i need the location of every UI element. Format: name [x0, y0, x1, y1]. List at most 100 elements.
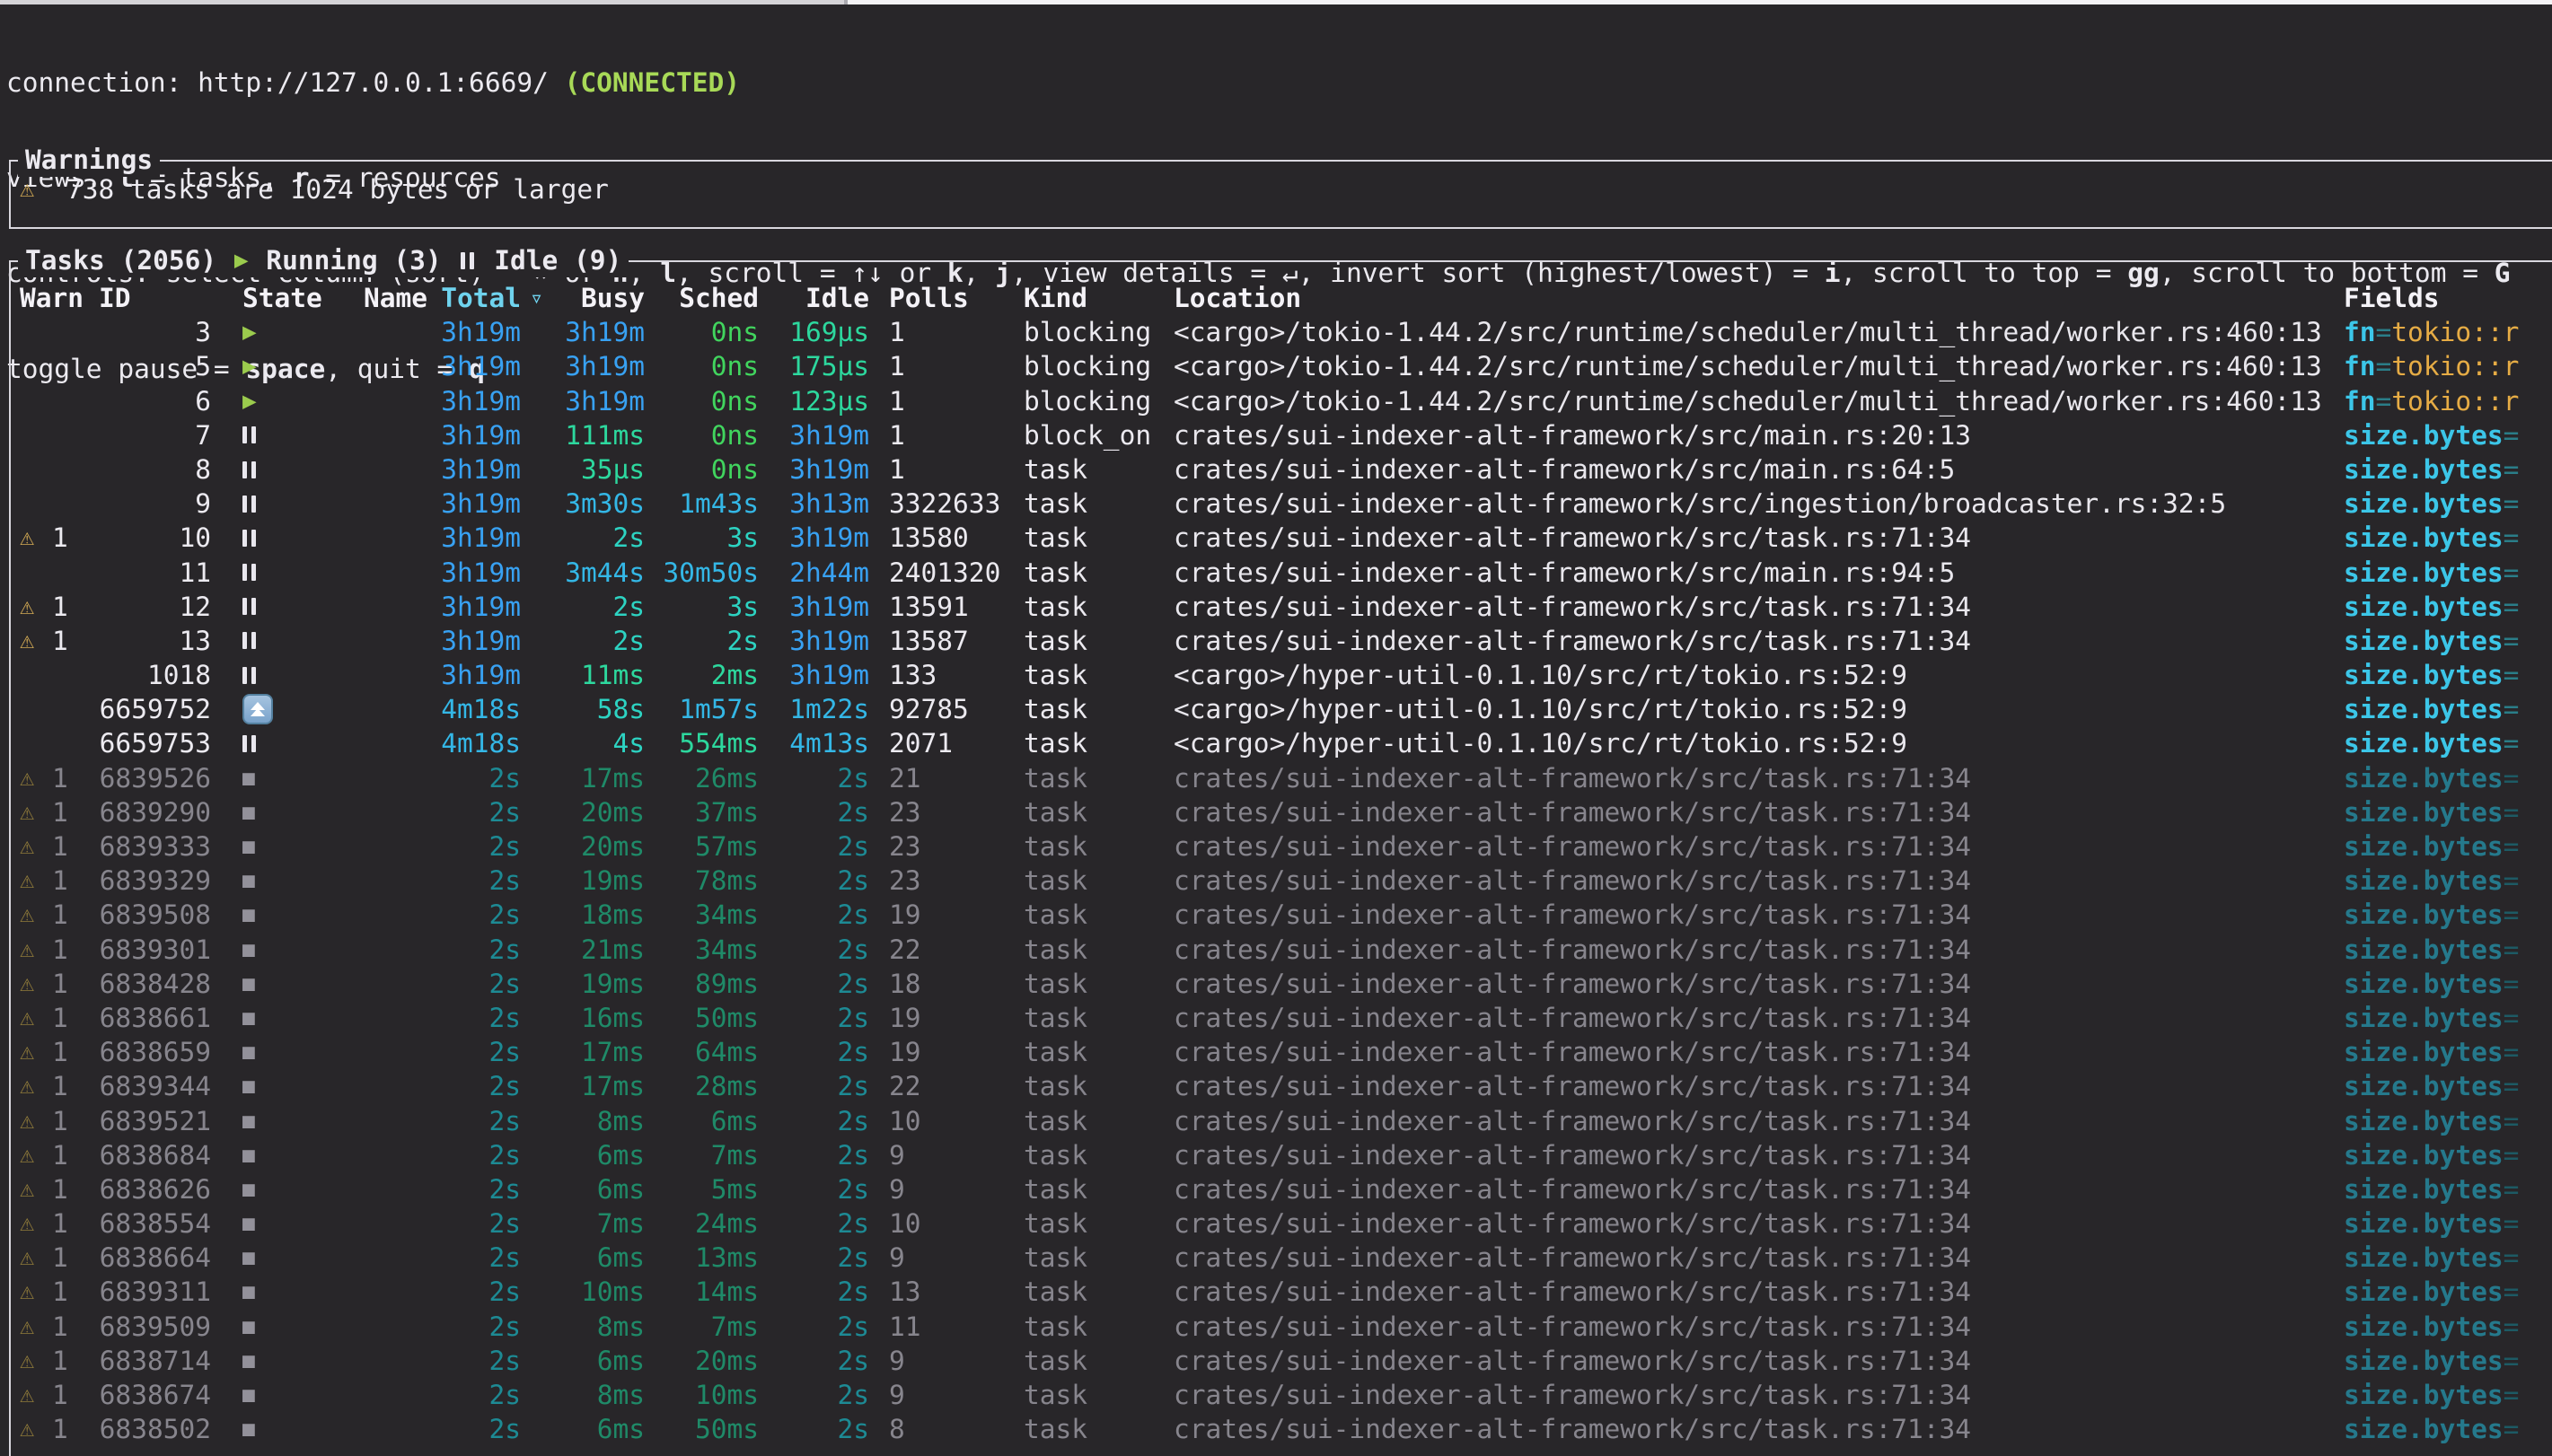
task-row[interactable]: 66597534m18s4s554ms4m13s2071task<cargo>/… [13, 726, 2552, 760]
cell-busy: 8ms [527, 1378, 651, 1412]
cell-sched: 26ms [651, 761, 765, 795]
cell-sched: 7ms [651, 1310, 765, 1344]
idle-state-icon [242, 598, 256, 615]
completed-state-icon: ■ [242, 898, 255, 932]
task-row[interactable]: ⚠16838659■2s17ms64ms2s19taskcrates/sui-i… [13, 1035, 2552, 1069]
cell-busy: 20ms [527, 795, 651, 829]
column-header-idle[interactable]: Idle [765, 281, 876, 315]
cell-idle: 2s [765, 1275, 876, 1309]
field-key: size.bytes [2344, 1106, 2504, 1136]
cell-name [342, 658, 428, 692]
cell-busy: 6ms [527, 1241, 651, 1275]
cell-task-id: 10 [91, 521, 224, 555]
field-key: size.bytes [2344, 1037, 2504, 1067]
cell-idle: 2s [765, 967, 876, 1001]
task-row[interactable]: 3▶3h19m3h19m0ns169µs1blocking<cargo>/tok… [13, 315, 2552, 349]
task-row[interactable]: ⚠16838626■2s6ms5ms2s9taskcrates/sui-inde… [13, 1172, 2552, 1206]
task-row[interactable]: 113h19m3m44s30m50s2h44m2401320taskcrates… [13, 556, 2552, 590]
task-row[interactable]: ⚠16839508■2s18ms34ms2s19taskcrates/sui-i… [13, 898, 2552, 932]
task-row[interactable]: ⚠16839344■2s17ms28ms2s22taskcrates/sui-i… [13, 1069, 2552, 1103]
warn-count: 1 [52, 1001, 68, 1035]
cell-polls: 19 [876, 1001, 1017, 1035]
cell-idle: 169µs [765, 315, 876, 349]
duration-value: 2s [837, 1003, 869, 1033]
task-row[interactable]: ⚠16838554■2s7ms24ms2s10taskcrates/sui-in… [13, 1206, 2552, 1241]
task-row[interactable]: ⚠16839329■2s19ms78ms2s23taskcrates/sui-i… [13, 864, 2552, 898]
warning-triangle-icon: ⚠ [20, 172, 52, 206]
field-equals: = [2504, 865, 2520, 896]
task-row[interactable]: ⚠16838502■2s6ms50ms2s8taskcrates/sui-ind… [13, 1412, 2552, 1446]
column-header-sched[interactable]: Sched [651, 281, 765, 315]
column-header-total[interactable]: Total▿ [428, 281, 527, 315]
task-row[interactable]: ⚠16839333■2s20ms57ms2s23taskcrates/sui-i… [13, 829, 2552, 864]
cell-total: 3h19m [428, 452, 527, 487]
cell-name [342, 349, 428, 383]
cell-fields: fn=tokio::r [2335, 315, 2552, 349]
task-row[interactable]: 83h19m35µs0ns3h19m1taskcrates/sui-indexe… [13, 452, 2552, 487]
task-row[interactable]: 10183h19m11ms2ms3h19m133task<cargo>/hype… [13, 658, 2552, 692]
duration-value: 4m13s [789, 728, 869, 759]
cell-kind: task [1017, 1344, 1167, 1378]
task-row[interactable]: ⚠1123h19m2s3s3h19m13591taskcrates/sui-in… [13, 590, 2552, 624]
column-header-polls[interactable]: Polls [876, 281, 1017, 315]
cell-fields: size.bytes= [2335, 1344, 2552, 1378]
duration-value: 58s [597, 694, 645, 724]
duration-value: 6ms [711, 1106, 759, 1136]
task-row[interactable]: 5▶3h19m3h19m0ns175µs1blocking<cargo>/tok… [13, 349, 2552, 383]
duration-value: 3h19m [441, 592, 521, 622]
column-header-busy[interactable]: Busy [527, 281, 651, 315]
cell-name [342, 452, 428, 487]
cell-total: 2s [428, 1172, 527, 1206]
task-row[interactable]: 93h19m3m30s1m43s3h13m3322633taskcrates/s… [13, 487, 2552, 521]
warning-item: ⚠ 738 tasks are 1024 bytes or larger [20, 172, 609, 206]
column-header-id[interactable]: ID [91, 281, 224, 315]
task-row[interactable]: 6▶3h19m3h19m0ns123µs1blocking<cargo>/tok… [13, 384, 2552, 418]
task-row[interactable]: ⚠1103h19m2s3s3h19m13580taskcrates/sui-in… [13, 521, 2552, 555]
cell-name [342, 384, 428, 418]
field-equals: = [2504, 557, 2520, 588]
task-row[interactable]: ⚠16838661■2s16ms50ms2s19taskcrates/sui-i… [13, 1001, 2552, 1035]
task-row[interactable]: ⚠16839521■2s8ms6ms2s10taskcrates/sui-ind… [13, 1104, 2552, 1138]
duration-value: 2s [488, 1242, 521, 1273]
warn-count: 1 [52, 521, 68, 555]
task-row[interactable]: ⚠16839509■2s8ms7ms2s11taskcrates/sui-ind… [13, 1310, 2552, 1344]
cell-polls: 1 [876, 384, 1017, 418]
column-header-loc[interactable]: Location [1167, 281, 2335, 315]
task-row[interactable]: ⚠16838714■2s6ms20ms2s9taskcrates/sui-ind… [13, 1344, 2552, 1378]
cell-location: crates/sui-indexer-alt-framework/src/tas… [1167, 829, 2335, 864]
duration-value: 14ms [695, 1276, 759, 1307]
field-key: size.bytes [2344, 763, 2504, 794]
column-header-name[interactable]: Name [342, 281, 428, 315]
column-header-state[interactable]: State [224, 281, 342, 315]
task-row[interactable]: ⚠16838674■2s8ms10ms2s9taskcrates/sui-ind… [13, 1378, 2552, 1412]
task-row[interactable]: ⚠16838664■2s6ms13ms2s9taskcrates/sui-ind… [13, 1241, 2552, 1275]
task-row[interactable]: ⚠16839290■2s20ms37ms2s23taskcrates/sui-i… [13, 795, 2552, 829]
task-row[interactable]: ⚠16839311■2s10ms14ms2s13taskcrates/sui-i… [13, 1275, 2552, 1309]
task-row[interactable]: ⚠16839526■2s17ms26ms2s21taskcrates/sui-i… [13, 761, 2552, 795]
cell-idle: 3h19m [765, 658, 876, 692]
duration-value: 6ms [597, 1140, 645, 1171]
cell-sched: 34ms [651, 933, 765, 967]
cell-idle: 2s [765, 761, 876, 795]
task-row[interactable]: ⚠16838428■2s19ms89ms2s18taskcrates/sui-i… [13, 967, 2552, 1001]
task-row[interactable]: ⚠16838684■2s6ms7ms2s9taskcrates/sui-inde… [13, 1138, 2552, 1172]
cell-name [342, 556, 428, 590]
cell-idle: 2s [765, 1378, 876, 1412]
duration-value: 2s [837, 1276, 869, 1307]
column-header-kind[interactable]: Kind [1017, 281, 1167, 315]
task-row[interactable]: 73h19m111ms0ns3h19m1block_oncrates/sui-i… [13, 418, 2552, 452]
duration-value: 3h19m [441, 386, 521, 417]
task-row[interactable]: 66597524m18s58s1m57s1m22s92785task<cargo… [13, 692, 2552, 726]
cell-warn: ⚠1 [13, 933, 91, 967]
field-equals: = [2504, 1242, 2520, 1273]
field-equals: = [2504, 1346, 2520, 1376]
column-header-fields[interactable]: Fields [2335, 281, 2552, 315]
field-key: size.bytes [2344, 557, 2504, 588]
column-header-warn[interactable]: Warn [13, 281, 91, 315]
task-row[interactable]: ⚠16839301■2s21ms34ms2s22taskcrates/sui-i… [13, 933, 2552, 967]
cell-task-id: 6659752 [91, 692, 224, 726]
task-row[interactable]: ⚠1133h19m2s2s3h19m13587taskcrates/sui-in… [13, 624, 2552, 658]
cell-busy: 19ms [527, 864, 651, 898]
cell-task-id: 6838502 [91, 1412, 224, 1446]
warn-count: 1 [52, 933, 68, 967]
